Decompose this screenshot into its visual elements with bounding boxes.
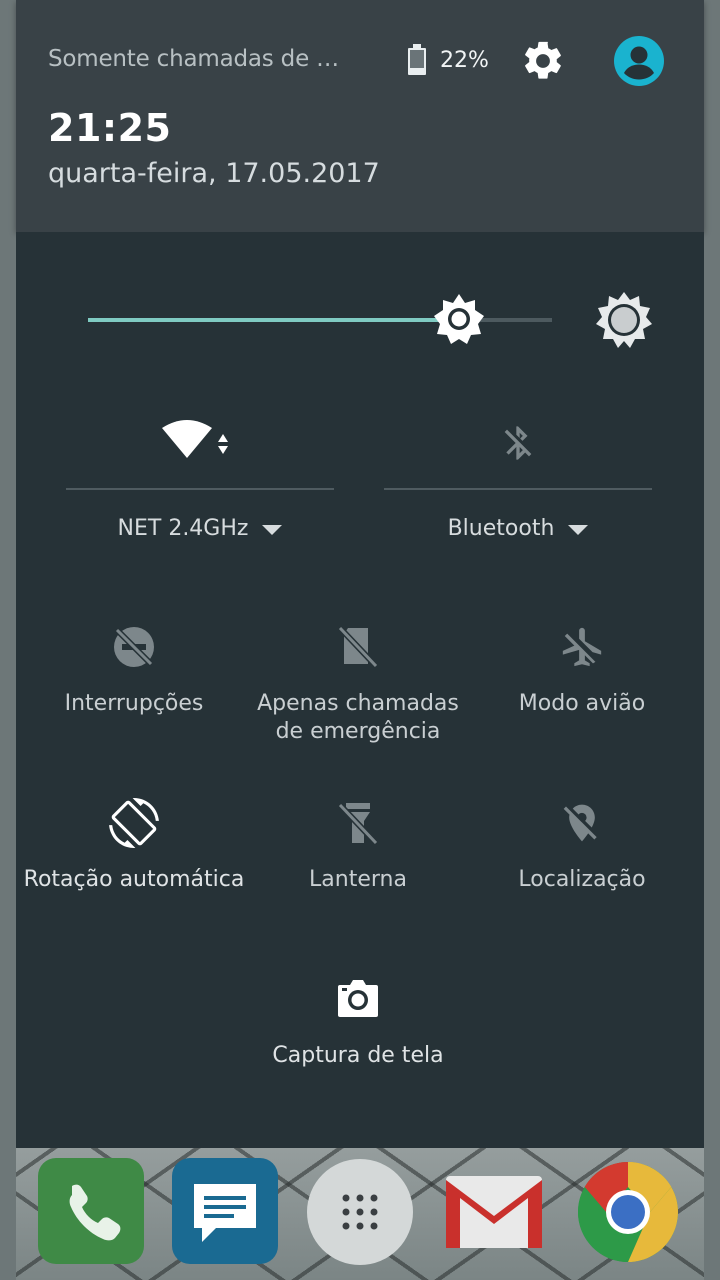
dock-app-drawer[interactable] (306, 1158, 414, 1266)
bluetooth-tile[interactable]: Bluetooth (384, 412, 652, 552)
settings-gear-button[interactable] (520, 38, 566, 84)
screen-rotation-icon (109, 798, 159, 848)
dock-gmail-app[interactable] (440, 1158, 548, 1266)
camera-icon (338, 980, 378, 1017)
date: quarta-feira, 17.05.2017 (48, 158, 380, 189)
chevron-down-icon (262, 524, 283, 535)
wifi-network-label: NET 2.4GHz (117, 516, 249, 541)
airplane-off-icon (562, 627, 602, 667)
tile-interruptions-label: Interrupções (64, 691, 204, 716)
brightness-slider-fill (88, 318, 459, 322)
message-icon (172, 1158, 278, 1264)
wifi-network-dropdown[interactable]: NET 2.4GHz (66, 516, 334, 541)
tile-airplane-mode[interactable]: Modo avião (470, 620, 694, 770)
user-avatar-button[interactable] (614, 36, 664, 86)
tile-emergency-calls[interactable]: Apenas chamadas de emergência (246, 620, 470, 770)
phone-icon (38, 1158, 144, 1264)
sim-off-icon (337, 625, 379, 669)
bluetooth-dropdown[interactable]: Bluetooth (384, 516, 652, 541)
quick-settings-panel: NET 2.4GHz Bluetooth Interrupções Apenas… (16, 232, 704, 1148)
bluetooth-tile-divider (384, 488, 652, 490)
wallpaper-edge-left (0, 0, 16, 1280)
bluetooth-label: Bluetooth (447, 516, 555, 541)
tile-airplane-mode-label: Modo avião (518, 691, 646, 716)
flashlight-off-icon (337, 802, 379, 846)
brightness-slider-thumb[interactable] (432, 292, 486, 346)
gmail-icon (446, 1176, 542, 1248)
chevron-down-icon (568, 524, 589, 535)
battery-percent: 22% (440, 48, 489, 73)
tile-interruptions[interactable]: Interrupções (22, 620, 246, 770)
tile-screenshot[interactable]: Captura de tela (246, 972, 470, 1122)
brightness-slider[interactable] (88, 294, 552, 344)
tile-location[interactable]: Localização (470, 796, 694, 946)
battery-icon (408, 44, 426, 75)
dock-messages-app[interactable] (172, 1158, 280, 1266)
quick-settings-header: Somente chamadas de e… 22% 21:25 quarta-… (16, 0, 704, 232)
wifi-icon (162, 420, 228, 458)
do-not-disturb-off-icon (114, 627, 154, 667)
brightness-auto-icon (596, 292, 652, 348)
account-circle-icon (614, 36, 664, 86)
bluetooth-disabled-icon (504, 426, 532, 460)
dock-chrome-app[interactable] (574, 1158, 682, 1266)
gear-icon (525, 41, 561, 79)
chrome-icon (578, 1162, 678, 1262)
tile-location-label: Localização (518, 867, 646, 892)
dock-phone-app[interactable] (38, 1158, 146, 1266)
status-text: Somente chamadas de e… (48, 46, 348, 72)
clock: 21:25 (48, 106, 172, 150)
tile-screenshot-label: Captura de tela (272, 1043, 444, 1068)
wifi-tile[interactable]: NET 2.4GHz (66, 412, 334, 552)
location-off-icon (563, 804, 597, 842)
app-drawer-icon (307, 1159, 413, 1265)
wallpaper-edge-right (704, 0, 720, 1280)
tile-auto-rotate-label: Rotação automática (23, 867, 245, 892)
tile-flashlight[interactable]: Lanterna (246, 796, 470, 946)
brightness-thumb-icon (434, 294, 484, 344)
tile-emergency-calls-label: Apenas chamadas de emergência (257, 691, 459, 744)
tile-auto-rotate[interactable]: Rotação automática (22, 796, 246, 946)
wifi-tile-divider (66, 488, 334, 490)
auto-brightness-button[interactable] (594, 290, 654, 350)
tile-flashlight-label: Lanterna (309, 867, 407, 892)
